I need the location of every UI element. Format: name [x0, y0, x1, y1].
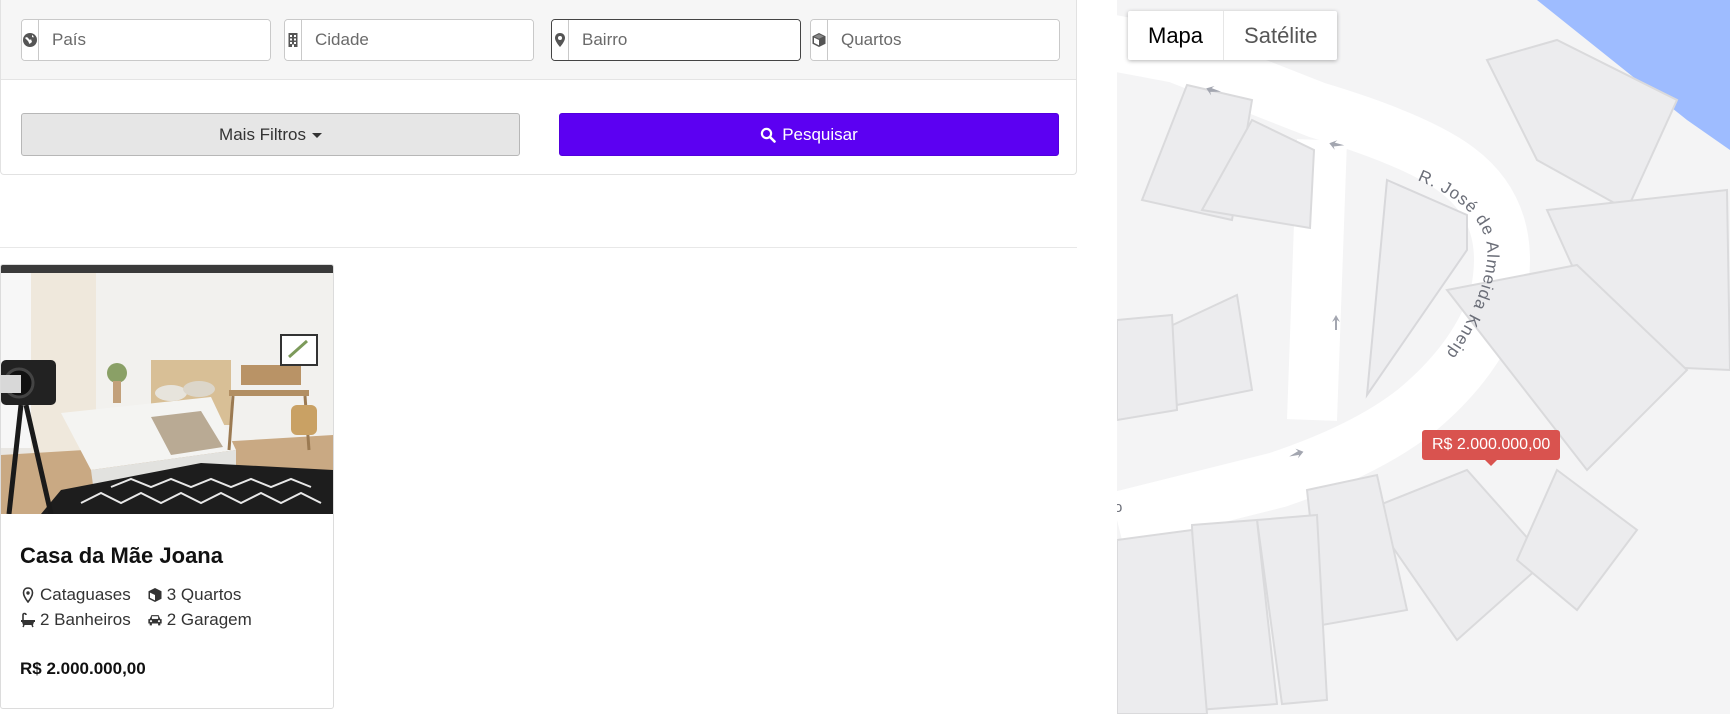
building-icon [285, 20, 302, 60]
garage-text: 2 Garagem [166, 610, 252, 629]
city-meta: Cataguases [20, 585, 131, 605]
rooms-meta: 3 Quartos [147, 585, 242, 605]
neighborhood-input[interactable] [569, 20, 800, 60]
road-branch [1287, 139, 1347, 421]
bathrooms-meta: 2 Banheiros [20, 610, 131, 630]
map-canvas[interactable]: R. José de Almeida Kneip o [1117, 0, 1730, 714]
map-marker-icon [552, 20, 569, 60]
more-filters-label: Mais Filtros [219, 124, 306, 144]
search-button[interactable]: Pesquisar [559, 113, 1059, 156]
filter-fields-row [1, 0, 1076, 80]
map-view[interactable]: R. José de Almeida Kneip o Mapa Satélite… [1117, 0, 1730, 714]
listing-panel: Mais Filtros Pesquisar [0, 0, 1077, 714]
cube-icon [811, 20, 828, 60]
search-icon [760, 127, 776, 143]
property-photo[interactable] [1, 265, 333, 514]
search-label: Pesquisar [782, 124, 858, 144]
country-input[interactable] [39, 20, 270, 60]
city-text: Cataguases [40, 585, 131, 604]
search-filter-panel: Mais Filtros Pesquisar [0, 0, 1077, 175]
rooms-text: 3 Quartos [166, 585, 242, 604]
city-input[interactable] [302, 20, 533, 60]
country-field-group [21, 19, 271, 61]
garage-meta: 2 Garagem [147, 610, 252, 630]
property-title[interactable]: Casa da Mãe Joana [20, 543, 223, 569]
more-filters-button[interactable]: Mais Filtros [21, 113, 520, 156]
property-meta-line-1: Cataguases 3 Quartos [20, 585, 257, 605]
neighborhood-field-group [551, 19, 801, 61]
globe-icon [22, 20, 39, 60]
rooms-input[interactable] [828, 20, 1059, 60]
price-marker[interactable]: R$ 2.000.000,00 [1422, 430, 1561, 466]
satellite-tab[interactable]: Satélite [1223, 11, 1337, 60]
cube-icon [147, 587, 163, 603]
rooms-field-group [810, 19, 1060, 61]
map-marker-icon [20, 587, 36, 603]
bathtub-icon [20, 612, 36, 628]
map-tab[interactable]: Mapa [1128, 11, 1223, 60]
bathrooms-text: 2 Banheiros [40, 610, 131, 629]
city-field-group [284, 19, 534, 61]
car-icon [147, 612, 163, 628]
section-divider [0, 247, 1077, 248]
property-card[interactable]: Casa da Mãe Joana Cataguases 3 Quartos 2… [0, 264, 334, 709]
street-label-edge: o [1117, 499, 1122, 516]
map-type-control: Mapa Satélite [1128, 11, 1338, 60]
property-meta-line-2: 2 Banheiros 2 Garagem [20, 610, 268, 630]
caret-down-icon [311, 133, 322, 138]
property-price: R$ 2.000.000,00 [20, 659, 146, 678]
